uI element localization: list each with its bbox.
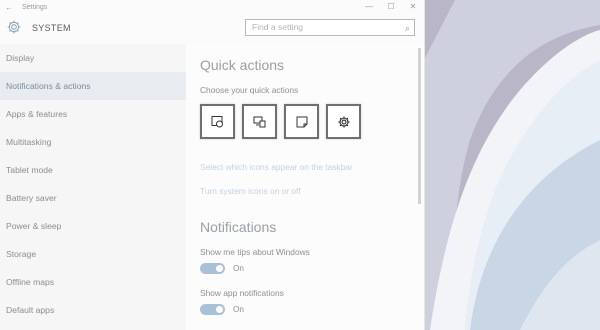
system-icons-link[interactable]: Turn system icons on or off	[200, 186, 301, 196]
tips-toggle-state: On	[233, 264, 244, 273]
sidebar: Display Notifications & actions Apps & f…	[0, 44, 186, 330]
search-icon[interactable]: ⌕	[405, 21, 410, 36]
notifications-heading: Notifications	[200, 219, 277, 235]
sidebar-item-multitasking[interactable]: Multitasking	[0, 128, 186, 156]
system-gear-icon	[7, 20, 21, 34]
sidebar-item-storage[interactable]: Storage	[0, 240, 186, 268]
sidebar-item-label: Tablet mode	[6, 165, 53, 175]
window-title: Settings	[22, 3, 48, 11]
settings-gear-icon	[337, 115, 350, 128]
sidebar-item-notifications-actions[interactable]: Notifications & actions	[0, 72, 186, 100]
sidebar-item-power-sleep[interactable]: Power & sleep	[0, 212, 186, 240]
app-notifications-toggle-row: On	[200, 304, 244, 315]
quick-action-tile-connect[interactable]	[242, 104, 277, 139]
quick-action-tile-tablet-mode[interactable]	[200, 104, 235, 139]
connect-icon	[253, 116, 265, 127]
search-input[interactable]: Find a setting ⌕	[245, 19, 415, 36]
toggle-knob	[216, 265, 223, 272]
close-button[interactable]: ✕	[402, 0, 424, 14]
tips-toggle[interactable]	[200, 263, 225, 274]
toggle-knob	[216, 306, 223, 313]
sidebar-item-label: Battery saver	[6, 193, 57, 203]
sidebar-item-display[interactable]: Display	[0, 44, 186, 72]
tips-toggle-row: On	[200, 263, 244, 274]
quick-action-tile-settings[interactable]	[326, 104, 361, 139]
sidebar-item-label: Power & sleep	[6, 221, 62, 231]
quick-actions-heading: Quick actions	[200, 57, 285, 73]
sidebar-item-label: Apps & features	[6, 109, 68, 119]
sidebar-item-label: Default apps	[6, 305, 55, 315]
note-icon	[296, 116, 307, 127]
quick-action-tile-note[interactable]	[284, 104, 319, 139]
sidebar-item-apps-features[interactable]: Apps & features	[0, 100, 186, 128]
settings-window: ← Settings — ☐ ✕ SYSTEM Find a setting ⌕…	[0, 0, 424, 330]
window-controls: — ☐ ✕	[358, 0, 424, 14]
sidebar-item-label: Storage	[6, 249, 37, 259]
search-placeholder: Find a setting	[252, 22, 304, 32]
sidebar-item-label: Notifications & actions	[6, 81, 91, 91]
minimize-button[interactable]: —	[358, 0, 380, 14]
taskbar-icons-link[interactable]: Select which icons appear on the taskbar	[200, 162, 353, 172]
section-title: SYSTEM	[32, 23, 71, 33]
tips-label: Show me tips about Windows	[200, 247, 310, 257]
app-notifications-toggle-state: On	[233, 305, 244, 314]
sidebar-item-label: Multitasking	[6, 137, 52, 147]
app-notifications-toggle[interactable]	[200, 304, 225, 315]
title-bar: ← Settings — ☐ ✕	[0, 0, 424, 14]
main-content: Quick actions Choose your quick actions	[186, 44, 424, 330]
sidebar-item-tablet-mode[interactable]: Tablet mode	[0, 156, 186, 184]
sidebar-item-battery-saver[interactable]: Battery saver	[0, 184, 186, 212]
quick-action-tiles	[200, 104, 361, 139]
sidebar-item-label: Offline maps	[6, 277, 55, 287]
back-arrow-icon[interactable]: ←	[2, 3, 16, 12]
scrollbar[interactable]	[418, 48, 421, 204]
sidebar-item-default-apps[interactable]: Default apps	[0, 296, 186, 324]
app-notifications-label: Show app notifications	[200, 288, 284, 298]
tablet-mode-icon	[211, 115, 223, 127]
sidebar-item-offline-maps[interactable]: Offline maps	[0, 268, 186, 296]
quick-actions-subheading: Choose your quick actions	[200, 85, 299, 95]
maximize-button[interactable]: ☐	[380, 0, 402, 14]
sidebar-item-label: Display	[6, 53, 35, 63]
